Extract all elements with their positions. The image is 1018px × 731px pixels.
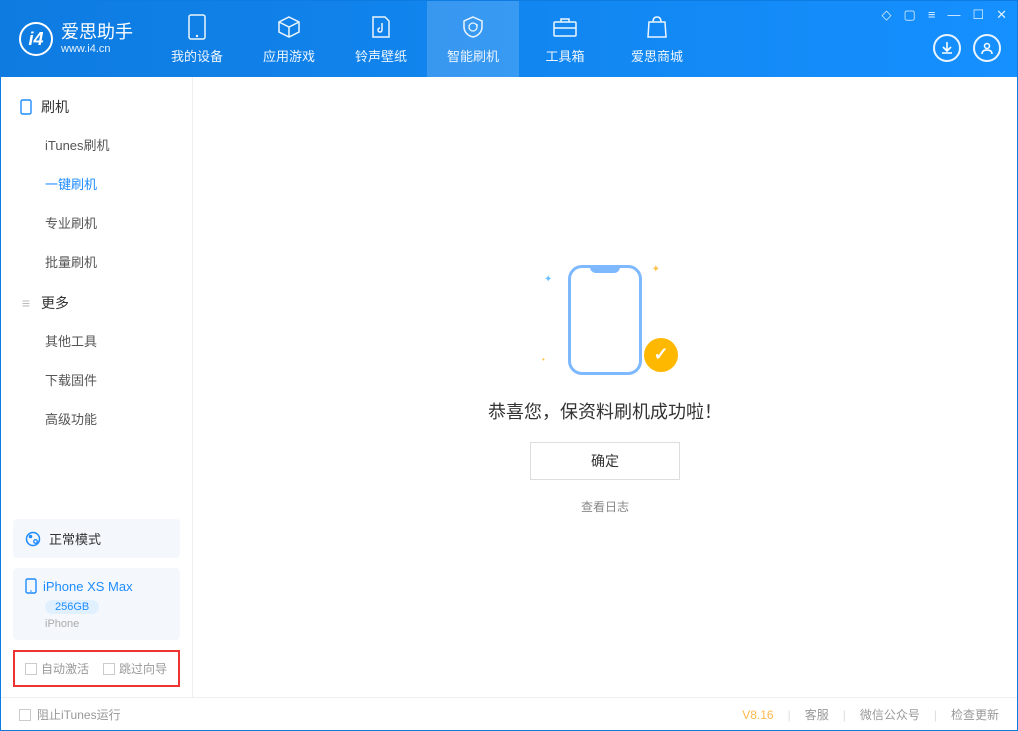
maximize-button[interactable]: ☐ <box>972 7 984 23</box>
tab-apps[interactable]: 应用游戏 <box>243 1 335 77</box>
view-log-link[interactable]: 查看日志 <box>581 498 629 515</box>
footer-link-wechat[interactable]: 微信公众号 <box>860 706 920 723</box>
app-name: 爱思助手 <box>61 23 133 43</box>
app-url: www.i4.cn <box>61 43 133 55</box>
sparkle-icon: ✦ <box>544 274 552 285</box>
tab-my-device[interactable]: 我的设备 <box>151 1 243 77</box>
block-itunes-checkbox[interactable]: 阻止iTunes运行 <box>19 706 121 723</box>
close-button[interactable]: ✕ <box>996 7 1007 23</box>
body: 刷机 iTunes刷机 一键刷机 专业刷机 批量刷机 ≡ 更多 其他工具 下载固… <box>1 77 1017 697</box>
shirt-icon[interactable]: ◇ <box>882 7 892 23</box>
phone-small-icon <box>19 100 33 114</box>
top-tabs: 我的设备 应用游戏 铃声壁纸 智能刷机 工具箱 爱思商城 <box>151 1 703 77</box>
version-label: V8.16 <box>742 708 773 722</box>
sparkle-icon: • <box>542 355 545 364</box>
sidebar-item-other-tools[interactable]: 其他工具 <box>1 321 192 360</box>
mode-icon <box>25 531 41 547</box>
sidebar-bottom: 正常模式 iPhone XS Max 256GB iPhone 自动激活 跳过向… <box>1 509 192 697</box>
device-name: iPhone XS Max <box>43 579 133 594</box>
sidebar-item-pro-flash[interactable]: 专业刷机 <box>1 203 192 242</box>
sidebar-section-more: ≡ 更多 <box>1 281 192 321</box>
sidebar-item-itunes-flash[interactable]: iTunes刷机 <box>1 125 192 164</box>
device-capacity: 256GB <box>45 600 99 614</box>
sidebar-item-download-firmware[interactable]: 下载固件 <box>1 360 192 399</box>
download-button[interactable] <box>933 34 961 62</box>
sidebar-item-advanced[interactable]: 高级功能 <box>1 399 192 438</box>
mode-label: 正常模式 <box>49 529 101 548</box>
success-message: 恭喜您，保资料刷机成功啦！ <box>488 398 722 424</box>
logo[interactable]: i4 爱思助手 www.i4.cn <box>1 22 151 56</box>
device-type: iPhone <box>45 618 168 630</box>
music-file-icon <box>368 14 394 40</box>
sidebar-item-batch-flash[interactable]: 批量刷机 <box>1 242 192 281</box>
footer-link-support[interactable]: 客服 <box>805 706 829 723</box>
tab-label: 智能刷机 <box>447 46 499 65</box>
sparkle-icon: ✦ <box>652 264 660 275</box>
user-icon <box>980 41 994 55</box>
tab-flash[interactable]: 智能刷机 <box>427 1 519 77</box>
more-icon: ≡ <box>19 296 33 310</box>
toolbox-icon <box>552 14 578 40</box>
device-phone-icon <box>25 578 37 594</box>
tab-label: 工具箱 <box>545 46 584 65</box>
refresh-shield-icon <box>460 14 486 40</box>
tab-store[interactable]: 爱思商城 <box>611 1 703 77</box>
download-icon <box>940 41 954 55</box>
confirm-button[interactable]: 确定 <box>530 442 680 480</box>
success-illustration: ✦ ✦ • ✓ <box>540 260 670 380</box>
main-content: ✦ ✦ • ✓ 恭喜您，保资料刷机成功啦！ 确定 查看日志 <box>193 77 1017 697</box>
skip-guide-checkbox[interactable]: 跳过向导 <box>103 660 167 677</box>
minimize-button[interactable]: — <box>947 7 960 23</box>
tab-label: 我的设备 <box>171 46 223 65</box>
sidebar-item-one-key-flash[interactable]: 一键刷机 <box>1 164 192 203</box>
user-button[interactable] <box>973 34 1001 62</box>
window-controls: ◇ ▢ ≡ — ☐ ✕ <box>882 7 1007 23</box>
tab-ringtone[interactable]: 铃声壁纸 <box>335 1 427 77</box>
options-row: 自动激活 跳过向导 <box>13 650 180 687</box>
phone-icon <box>184 14 210 40</box>
tab-toolbox[interactable]: 工具箱 <box>519 1 611 77</box>
success-check-badge: ✓ <box>644 338 678 372</box>
tab-label: 应用游戏 <box>263 46 315 65</box>
auto-activate-checkbox[interactable]: 自动激活 <box>25 660 89 677</box>
device-mode-card[interactable]: 正常模式 <box>13 519 180 558</box>
footer-link-update[interactable]: 检查更新 <box>951 706 999 723</box>
cube-icon <box>276 14 302 40</box>
sidebar-section-flash: 刷机 <box>1 85 192 125</box>
footer: 阻止iTunes运行 V8.16 | 客服 | 微信公众号 | 检查更新 <box>1 697 1017 731</box>
section-title: 更多 <box>41 293 69 313</box>
logo-icon: i4 <box>19 22 53 56</box>
section-title: 刷机 <box>41 97 69 117</box>
header: i4 爱思助手 www.i4.cn 我的设备 应用游戏 铃声壁纸 智能刷机 工具… <box>1 1 1017 77</box>
sidebar: 刷机 iTunes刷机 一键刷机 专业刷机 批量刷机 ≡ 更多 其他工具 下载固… <box>1 77 193 697</box>
tab-label: 铃声壁纸 <box>355 46 407 65</box>
shopping-bag-icon <box>644 14 670 40</box>
tab-label: 爱思商城 <box>631 46 683 65</box>
phone-outline-icon <box>568 265 642 375</box>
device-info-card[interactable]: iPhone XS Max 256GB iPhone <box>13 568 180 640</box>
feedback-icon[interactable]: ▢ <box>904 7 916 23</box>
header-right: ◇ ▢ ≡ — ☐ ✕ <box>933 1 1017 77</box>
menu-icon[interactable]: ≡ <box>928 7 936 23</box>
